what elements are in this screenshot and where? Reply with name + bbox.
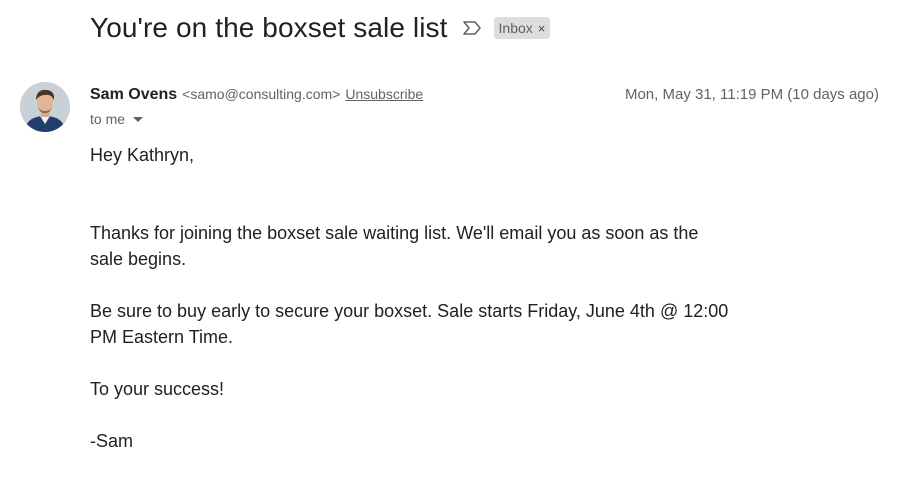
body-paragraph: Thanks for joining the boxset sale waiti… (90, 223, 699, 269)
greeting-text: Hey Kathryn, (90, 145, 195, 165)
unsubscribe-link[interactable]: Unsubscribe (345, 86, 423, 102)
recipient-label: to me (90, 111, 126, 127)
email-subject: You're on the boxset sale list (90, 12, 448, 43)
subject-header: You're on the boxset sale list Inbox × (90, 12, 551, 44)
sender-name[interactable]: Sam Ovens (90, 86, 177, 104)
recipient-details-toggle[interactable]: to me (90, 111, 144, 127)
email-date[interactable]: Mon, May 31, 11:19 PM (10 days ago) (625, 86, 879, 103)
sender-email: <samo@consulting.com> (182, 86, 341, 102)
chevron-down-icon[interactable] (133, 116, 144, 122)
sender-avatar[interactable] (20, 82, 70, 132)
importance-marker-icon[interactable] (462, 20, 482, 36)
signature-text: -Sam (90, 431, 134, 451)
sender-info: Sam Ovens <samo@consulting.com> Unsubscr… (90, 86, 423, 104)
body-paragraph: Be sure to buy early to secure your boxs… (90, 301, 729, 347)
body-paragraph: To your success! (90, 379, 225, 399)
email-body: Hey Kathryn, Thanks for joining the boxs… (90, 142, 730, 454)
remove-label-icon[interactable]: × (538, 21, 546, 36)
inbox-label-text: Inbox (498, 20, 533, 36)
inbox-label-chip: Inbox × (493, 17, 551, 39)
